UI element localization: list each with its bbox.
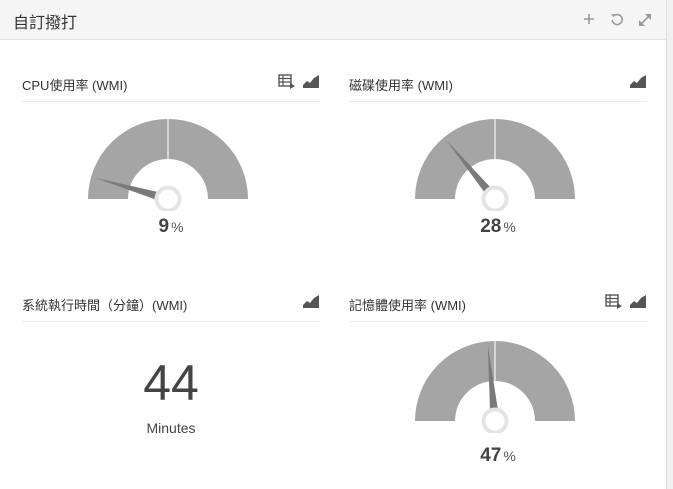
widget-actions [629, 73, 647, 89]
gauge-reading: 47% [349, 445, 647, 467]
uptime-value: 44 [143, 355, 199, 411]
gauge-value: 28 [480, 216, 502, 237]
table-view-icon[interactable] [278, 73, 296, 89]
uptime-widget: 系統執行時間（分鐘）(WMI) 44 Minutes [22, 285, 320, 485]
gauge-unit: % [503, 448, 516, 464]
gauge-value: 9 [158, 216, 170, 237]
area-chart-icon[interactable] [302, 293, 320, 309]
widget-actions [605, 293, 647, 309]
gauge-reading: 9% [22, 216, 320, 238]
memory-usage-widget: 記憶體使用率 (WMI) 47% [349, 285, 647, 485]
disk-gauge [415, 119, 575, 211]
panel-title: 自訂撥打 [13, 15, 78, 32]
area-chart-icon[interactable] [629, 73, 647, 89]
widget-header: 記憶體使用率 (WMI) [349, 285, 647, 322]
widget-title: 記憶體使用率 (WMI) [349, 298, 466, 313]
refresh-icon[interactable] [610, 11, 624, 27]
area-chart-icon[interactable] [629, 293, 647, 309]
gauge-unit: % [503, 219, 516, 235]
gauge-value: 47 [480, 445, 502, 466]
widget-actions [302, 293, 320, 309]
disk-usage-widget: 磁碟使用率 (WMI) 28% [349, 65, 647, 265]
table-view-icon[interactable] [605, 293, 623, 309]
panel-header-actions [582, 11, 652, 27]
gauge-hub [154, 185, 182, 211]
widget-title: CPU使用率 (WMI) [22, 78, 128, 93]
widget-title: 磁碟使用率 (WMI) [349, 78, 453, 93]
widget-header: CPU使用率 (WMI) [22, 65, 320, 102]
gauge-hub [481, 185, 509, 211]
area-chart-icon[interactable] [302, 73, 320, 89]
gauge-unit: % [171, 219, 184, 235]
uptime-unit: Minutes [146, 420, 196, 436]
panel-header: 自訂撥打 [0, 0, 666, 40]
widget-header: 系統執行時間（分鐘）(WMI) [22, 285, 320, 322]
gauge-hub [481, 407, 509, 433]
expand-icon[interactable] [638, 11, 652, 27]
plus-icon[interactable] [582, 11, 596, 27]
memory-gauge [415, 341, 575, 433]
widget-header: 磁碟使用率 (WMI) [349, 65, 647, 102]
gauge-reading: 28% [349, 216, 647, 238]
cpu-usage-widget: CPU使用率 (WMI) 9% [22, 65, 320, 265]
cpu-gauge [88, 119, 248, 211]
widget-title: 系統執行時間（分鐘）(WMI) [22, 298, 188, 313]
widget-actions [278, 73, 320, 89]
scrollbar[interactable] [666, 0, 673, 489]
